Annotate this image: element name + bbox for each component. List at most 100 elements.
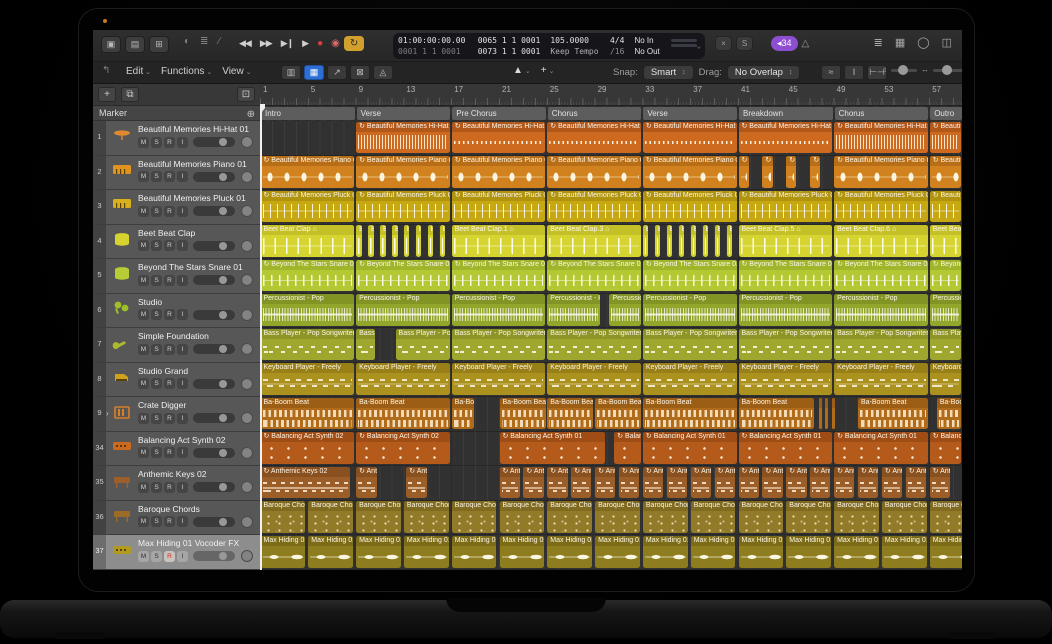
region[interactable]: Baroque Chords (691, 501, 736, 533)
region[interactable]: Baroque Chords (643, 501, 688, 533)
bar-ruler[interactable]: 159131721252933374145495357 (260, 84, 962, 106)
share-icon[interactable]: △ (802, 38, 810, 49)
region[interactable]: ↻ Beyond The Stars Snare 02.3 (739, 260, 833, 292)
region[interactable]: Max Hiding 01 V (834, 536, 879, 568)
region[interactable]: Keyboard Player - Freely (643, 363, 737, 395)
region[interactable]: Beet Beat Clap (655, 225, 661, 257)
region[interactable]: Baroque Chords (356, 501, 401, 533)
region[interactable]: Beet Beat Clap (643, 225, 649, 257)
region[interactable]: Ba-Boom Beat (832, 398, 835, 430)
region[interactable]: Bass Player - Pop Songwriter (396, 329, 450, 361)
region[interactable]: Max Hiding 01 V (930, 536, 962, 568)
library-toggle-button[interactable]: ▣ (101, 36, 121, 53)
region[interactable]: Beet Beat Clap (715, 225, 721, 257)
pan-knob[interactable] (241, 481, 253, 493)
volume-knob[interactable] (219, 449, 227, 457)
region[interactable]: ↻ Beyond The Stars Snare 01.2 (834, 260, 928, 292)
region[interactable]: ↻ Anthemic Keys 02 (762, 467, 782, 499)
region[interactable]: Max Hiding 01 V (595, 536, 640, 568)
region[interactable]: ↻ Anthemic Keys 02 (715, 467, 735, 499)
region[interactable]: ↻ Balancing Act Synth 01 (643, 432, 737, 464)
region[interactable]: Max Hiding 01 V (786, 536, 831, 568)
track-header-7[interactable]: 7Simple FoundationMSRI (93, 328, 260, 363)
pointer-tool-chevron-icon[interactable]: ⌄ (525, 67, 531, 75)
metronome-button[interactable]: S (736, 36, 753, 51)
region[interactable]: Percussionist - Pop (261, 294, 355, 326)
local-menu-view[interactable]: View ⌄ (217, 65, 256, 78)
pan-knob[interactable] (241, 205, 253, 217)
region[interactable]: Beet Beat Clap (368, 225, 374, 257)
pan-knob[interactable] (241, 516, 253, 528)
region[interactable]: Bass Player - Pop Songwriter (930, 329, 962, 361)
region[interactable]: ↻ Anthemic Keys 02 (619, 467, 639, 499)
pan-knob[interactable] (241, 550, 253, 562)
mute-button[interactable]: M (138, 551, 149, 562)
add-track-button[interactable]: + (98, 87, 116, 102)
mute-button[interactable]: M (138, 206, 149, 217)
inspector-toggle-button[interactable]: ▤ (125, 36, 145, 53)
track-header-6[interactable]: 6StudioMSRI (93, 294, 260, 329)
pan-knob[interactable] (241, 171, 253, 183)
disclosure-triangle-icon[interactable]: › (106, 409, 109, 418)
region[interactable]: ↻ Beautiful Memories Piano 01 (261, 156, 355, 188)
solo-button[interactable]: S (151, 413, 162, 424)
pan-knob[interactable] (241, 136, 253, 148)
region[interactable]: Max Hiding 01 V (356, 536, 401, 568)
region[interactable]: ↻ Beautiful Memories Piano 02.3 (739, 156, 749, 188)
volume-knob[interactable] (219, 173, 227, 181)
region[interactable]: Ba-Boom Beat (452, 398, 474, 430)
region[interactable]: ↻ Beyond The Stars Snare 02 ∞ (452, 260, 546, 292)
drag-dropdown[interactable]: No Overlap↕ (727, 65, 801, 80)
region[interactable]: Max Hiding 01 V (643, 536, 688, 568)
region[interactable]: ↻ Beautiful Memories Hi-Hat 02.3 (739, 122, 833, 154)
mute-button[interactable]: M (138, 447, 149, 458)
region[interactable]: Keyboard Player - Freely (261, 363, 355, 395)
region[interactable]: ↻ Beautiful Memories Pluck 02 (452, 191, 546, 223)
region[interactable]: ↻ Anthemic Keys 02 (834, 467, 854, 499)
region[interactable]: ↻ Beautiful Memories Hi-Hat 03.1 (356, 122, 450, 154)
input-monitor-button[interactable]: I (177, 206, 188, 217)
region[interactable]: ↻ Anthemic Keys 02 (858, 467, 878, 499)
catch-playhead-icon[interactable]: ↰ (99, 65, 113, 76)
loop-browser-icon[interactable]: ◯ (913, 36, 933, 49)
lcd-display[interactable]: 01:00:00:00.00 0001 1 1 0001 0065 1 1 00… (393, 33, 705, 59)
region[interactable]: Percussionist - Pop (452, 294, 546, 326)
region[interactable]: ↻ Beyond The Stars Snare 02.1 (547, 260, 641, 292)
region[interactable]: ↻ Balancing Act Synth 02 (356, 432, 450, 464)
marker-global-track[interactable]: Marker ⊕ (93, 106, 260, 121)
track-grid-view-button[interactable]: ▥ (281, 65, 301, 80)
region[interactable]: Baroque Chords (547, 501, 592, 533)
region[interactable]: ↻ Anthemic Keys 02 (261, 467, 350, 499)
region[interactable]: Max Hiding 01 V (882, 536, 927, 568)
track-stack-view-button[interactable]: ◬ (373, 65, 393, 80)
volume-slider[interactable] (193, 344, 235, 354)
region[interactable]: ↻ Anthemic Keys 02 (786, 467, 806, 499)
region[interactable]: Max Hiding 01 V (261, 536, 306, 568)
volume-knob[interactable] (219, 380, 227, 388)
region[interactable]: Keyboard Player - Freely (356, 363, 450, 395)
region[interactable]: ↻ Balancing Act Synth 01 (739, 432, 833, 464)
region[interactable]: ↻ Anthemic Keys 02 (739, 467, 759, 499)
region[interactable]: Ba-Boom Beat (739, 398, 815, 430)
pan-knob[interactable] (241, 378, 253, 390)
section-marker-verse[interactable]: Verse (643, 107, 737, 120)
record-enable-button[interactable]: R (164, 447, 175, 458)
region[interactable]: Max Hiding 01 V (547, 536, 592, 568)
region[interactable]: Beet Beat Clap (667, 225, 673, 257)
section-marker-chorus[interactable]: Chorus (548, 107, 642, 120)
region[interactable]: Max Hiding 01 V (452, 536, 497, 568)
region[interactable]: Max Hiding 01 V (500, 536, 545, 568)
vertical-auto-zoom-button[interactable]: I (844, 65, 864, 80)
region[interactable]: ↻ Beyond The Stars Snare 01 ∞ (261, 260, 355, 292)
region[interactable]: Keyboard Player - Freely (930, 363, 962, 395)
region[interactable]: ↻ Beyond The Stars Snare 01.3 (930, 260, 962, 292)
mute-button[interactable]: M (138, 413, 149, 424)
region[interactable]: Bass Player - Pop Songwriter (261, 329, 355, 361)
track-header-2[interactable]: 2Beautiful Memories Piano 01MSRI (93, 156, 260, 191)
region[interactable]: Beet Beat Clap (727, 225, 733, 257)
region[interactable]: ↻ Beautiful Memories Piano 02.3 (762, 156, 772, 188)
solo-button[interactable]: S (151, 171, 162, 182)
solo-button[interactable]: S (151, 516, 162, 527)
input-monitor-button[interactable]: I (177, 137, 188, 148)
region[interactable]: Max Hiding 01 V (404, 536, 449, 568)
